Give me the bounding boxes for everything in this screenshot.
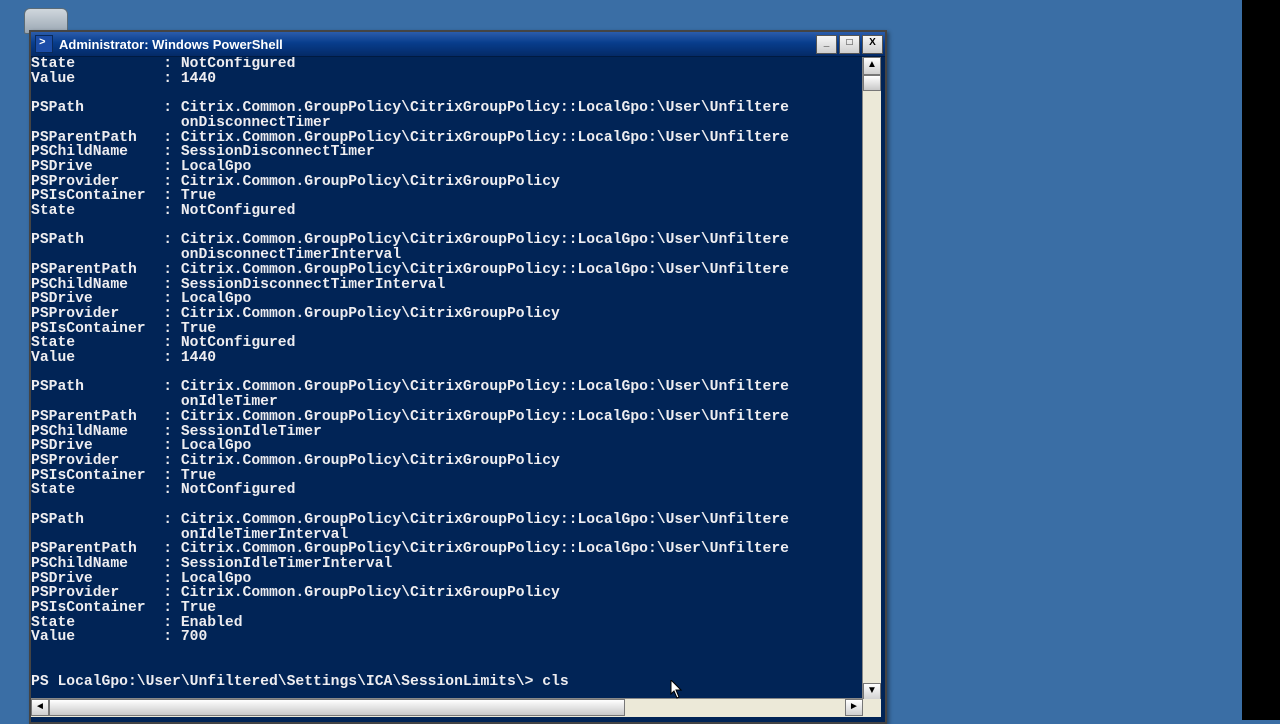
scroll-left-arrow[interactable]: ◄ (31, 699, 49, 716)
horizontal-scrollbar[interactable]: ◄ ► (31, 698, 863, 717)
horizontal-scroll-thumb[interactable] (49, 699, 625, 716)
scroll-right-arrow[interactable]: ► (845, 699, 863, 716)
titlebar[interactable]: Administrator: Windows PowerShell _ □ X (31, 32, 885, 57)
client-area: State : NotConfigured Value : 1440 PSPat… (31, 57, 881, 717)
powershell-icon (35, 35, 53, 53)
powershell-window: Administrator: Windows PowerShell _ □ X … (29, 30, 887, 724)
vertical-scroll-thumb[interactable] (863, 75, 881, 91)
scroll-up-arrow[interactable]: ▲ (863, 57, 881, 75)
minimize-button[interactable]: _ (816, 35, 837, 54)
console-output[interactable]: State : NotConfigured Value : 1440 PSPat… (31, 57, 859, 701)
window-title: Administrator: Windows PowerShell (59, 37, 814, 52)
vertical-scrollbar[interactable]: ▲ ▼ (862, 57, 881, 701)
maximize-button[interactable]: □ (839, 35, 860, 54)
close-button[interactable]: X (862, 35, 883, 54)
right-border-strip (1242, 0, 1280, 720)
scrollbar-corner (863, 699, 881, 717)
